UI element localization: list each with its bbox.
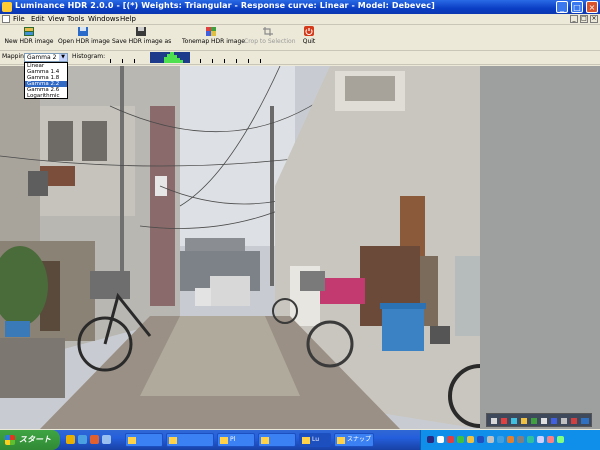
menu-edit[interactable]: Edit bbox=[31, 14, 45, 24]
tray-icon[interactable] bbox=[437, 436, 444, 443]
mdi-close-button[interactable]: × bbox=[590, 15, 598, 23]
windows-logo-icon bbox=[5, 435, 15, 445]
tonemap-button[interactable]: Tonemap HDR image bbox=[182, 26, 245, 48]
app-icon bbox=[337, 437, 345, 444]
taskbar-item-label: スナップ bbox=[347, 436, 372, 443]
app-icon bbox=[261, 437, 269, 444]
mapping-select[interactable]: Gamma 2 ▼ bbox=[24, 53, 68, 62]
tray-icon[interactable] bbox=[537, 436, 544, 443]
tray-icon[interactable] bbox=[527, 436, 534, 443]
document-icon bbox=[2, 15, 10, 23]
title-bar: Luminance HDR 2.0.0 - [(*) Weights: Tria… bbox=[0, 0, 600, 14]
start-label: スタート bbox=[19, 435, 51, 444]
quicklaunch-icon[interactable] bbox=[78, 435, 87, 444]
close-button[interactable]: × bbox=[586, 1, 598, 13]
histogram-bar bbox=[180, 60, 183, 63]
mdi-restore-button[interactable]: □ bbox=[580, 15, 588, 23]
histogram-marker[interactable] bbox=[200, 59, 201, 63]
new-hdr-label: New HDR image bbox=[4, 38, 54, 45]
empty-canvas-area bbox=[480, 66, 600, 429]
tonemap-label: Tonemap HDR image bbox=[182, 38, 245, 45]
quit-button[interactable]: Quit bbox=[298, 26, 320, 48]
crop-icon bbox=[263, 27, 273, 36]
taskbar-item[interactable] bbox=[166, 433, 214, 447]
save-hdr-label: Save HDR image as bbox=[112, 38, 172, 45]
quicklaunch-icon[interactable] bbox=[66, 435, 75, 444]
taskbar-item[interactable]: スナップ bbox=[334, 433, 374, 447]
floating-tray-icons[interactable] bbox=[486, 413, 592, 427]
histogram-marker[interactable] bbox=[248, 59, 249, 63]
window-title: Luminance HDR 2.0.0 - [(*) Weights: Tria… bbox=[15, 1, 435, 10]
open-hdr-button[interactable]: Open HDR image bbox=[58, 26, 110, 48]
street-photo bbox=[0, 66, 480, 429]
histogram-label: Histogram: bbox=[72, 53, 106, 60]
mapping-option[interactable]: Logarithmic bbox=[25, 93, 67, 99]
tray-icon[interactable] bbox=[487, 436, 494, 443]
quicklaunch-icon[interactable] bbox=[102, 435, 111, 444]
menu-help[interactable]: Help bbox=[120, 14, 136, 24]
taskbar-item-label: Lu bbox=[312, 436, 320, 443]
taskbar-item-active[interactable]: Lu bbox=[299, 433, 331, 447]
tray-icon[interactable] bbox=[477, 436, 484, 443]
toolbar: New HDR image Open HDR image Save HDR im… bbox=[0, 25, 600, 51]
tray-icon[interactable] bbox=[557, 436, 564, 443]
histogram-marker[interactable] bbox=[110, 59, 111, 63]
tray-icon[interactable] bbox=[467, 436, 474, 443]
hdr-image-view[interactable] bbox=[0, 66, 480, 429]
maximize-button[interactable]: □ bbox=[571, 1, 583, 13]
mapping-bar: Mapping: Gamma 2 ▼ Histogram: bbox=[0, 51, 600, 65]
menu-file[interactable]: File bbox=[13, 14, 25, 24]
open-hdr-label: Open HDR image bbox=[58, 38, 110, 45]
save-icon bbox=[136, 27, 146, 36]
app-icon bbox=[220, 437, 228, 444]
tray-icon[interactable] bbox=[447, 436, 454, 443]
taskbar-item[interactable]: Pl bbox=[217, 433, 255, 447]
crop-button[interactable]: Crop to Selection bbox=[244, 26, 296, 48]
folder-icon bbox=[169, 437, 177, 444]
chevron-down-icon[interactable]: ▼ bbox=[59, 54, 67, 61]
histogram-view[interactable] bbox=[150, 52, 190, 63]
tray-icon[interactable] bbox=[507, 436, 514, 443]
tray-icons bbox=[491, 418, 589, 424]
start-button[interactable]: スタート bbox=[0, 430, 60, 450]
folder-icon bbox=[128, 437, 136, 444]
taskbar-item[interactable] bbox=[125, 433, 163, 447]
tray-icon[interactable] bbox=[427, 436, 434, 443]
histogram-marker[interactable] bbox=[134, 59, 135, 63]
system-tray bbox=[420, 430, 600, 450]
menu-view[interactable]: View bbox=[48, 14, 65, 24]
save-hdr-button[interactable]: Save HDR image as bbox=[112, 26, 172, 48]
crop-label: Crop to Selection bbox=[244, 38, 296, 45]
app-icon bbox=[302, 437, 310, 444]
taskbar: スタート Pl Lu スナップ bbox=[0, 430, 600, 450]
histogram-marker[interactable] bbox=[212, 59, 213, 63]
taskbar-item[interactable] bbox=[258, 433, 296, 447]
histogram-marker[interactable] bbox=[224, 59, 225, 63]
menu-windows[interactable]: Windows bbox=[88, 14, 119, 24]
tray-icon[interactable] bbox=[517, 436, 524, 443]
minimize-button[interactable]: _ bbox=[556, 1, 568, 13]
quicklaunch-icon[interactable] bbox=[90, 435, 99, 444]
new-hdr-button[interactable]: New HDR image bbox=[4, 26, 54, 48]
tray-icon[interactable] bbox=[547, 436, 554, 443]
new-hdr-icon bbox=[24, 27, 34, 36]
quit-icon bbox=[304, 26, 314, 36]
taskbar-item-label: Pl bbox=[230, 436, 236, 443]
mapping-dropdown-list: Linear Gamma 1.4 Gamma 1.8 Gamma 2.2 Gam… bbox=[24, 62, 68, 99]
tray-icon[interactable] bbox=[457, 436, 464, 443]
histogram-marker[interactable] bbox=[236, 59, 237, 63]
menu-bar: File Edit View Tools Windows Help _ □ × bbox=[0, 14, 600, 25]
menu-tools[interactable]: Tools bbox=[67, 14, 84, 24]
tray-icon[interactable] bbox=[497, 436, 504, 443]
quit-label: Quit bbox=[302, 38, 316, 45]
mdi-minimize-button[interactable]: _ bbox=[570, 15, 578, 23]
histogram-marker[interactable] bbox=[260, 59, 261, 63]
app-icon bbox=[2, 2, 12, 12]
histogram-marker[interactable] bbox=[122, 59, 123, 63]
tonemap-icon bbox=[206, 27, 216, 36]
open-icon bbox=[78, 27, 88, 36]
mapping-select-value: Gamma 2 bbox=[27, 54, 57, 61]
